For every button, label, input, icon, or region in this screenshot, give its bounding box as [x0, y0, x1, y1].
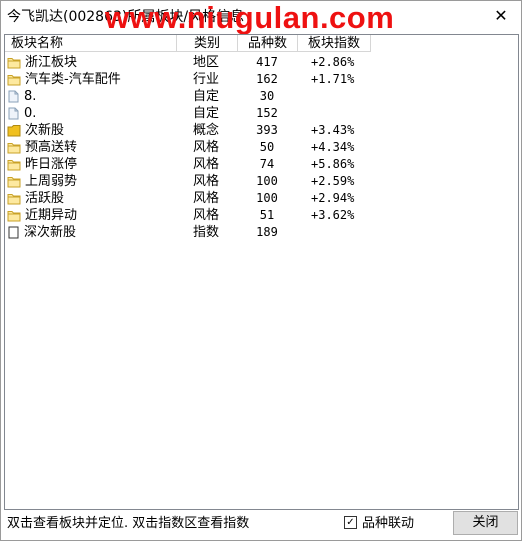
row-index[interactable]: +2.86%	[311, 54, 371, 71]
row-name: 0.	[7, 105, 177, 122]
row-index[interactable]: +3.62%	[311, 207, 371, 224]
sync-label: 品种联动	[362, 516, 415, 531]
row-index[interactable]	[311, 88, 371, 105]
row-type: 风格	[193, 191, 220, 206]
table-row[interactable]: 深次新股 指数 189	[5, 224, 518, 241]
list-header: 板块名称 类别 品种数 板块指数	[5, 35, 518, 53]
table-row[interactable]: 上周弱势 风格 100 +2.59%	[5, 173, 518, 190]
column-header-type[interactable]: 类别	[177, 35, 238, 52]
table-row[interactable]: 预高送转 风格 50 +4.34%	[5, 139, 518, 156]
row-index[interactable]	[311, 105, 371, 122]
row-name-text: 近期异动	[25, 208, 78, 223]
row-type: 指数	[193, 225, 220, 240]
row-name-text: 0.	[24, 106, 37, 121]
row-count: 162	[256, 72, 278, 86]
column-header-count[interactable]: 品种数	[238, 35, 298, 52]
row-type: 地区	[193, 55, 220, 70]
status-hint: 双击查看板块并定位. 双击指数区查看指数	[7, 516, 250, 531]
row-type: 概念	[193, 123, 220, 138]
sector-list[interactable]: 板块名称 类别 品种数 板块指数 浙江板块 地区 417 +2.86% 汽车类-汽车配件…	[4, 34, 519, 510]
checkbox-check-icon[interactable]: ✓	[344, 516, 357, 529]
row-type: 风格	[193, 157, 220, 172]
row-index[interactable]: +3.43%	[311, 122, 371, 139]
row-name: 近期异动	[7, 207, 177, 224]
row-count: 74	[259, 157, 275, 171]
row-count: 393	[256, 123, 278, 137]
row-index[interactable]: +2.94%	[311, 190, 371, 207]
row-count: 100	[256, 174, 278, 188]
row-name: 预高送转	[7, 139, 177, 156]
row-name: 8.	[7, 88, 177, 105]
row-index[interactable]: +4.34%	[311, 139, 371, 156]
close-button[interactable]: 关闭	[453, 511, 518, 535]
row-name-text: 活跃股	[25, 191, 65, 206]
row-type: 自定	[193, 106, 220, 121]
list-rows: 浙江板块 地区 417 +2.86% 汽车类-汽车配件 行业 162 +1.71% 8. 自定 30…	[5, 54, 518, 241]
table-row[interactable]: 8. 自定 30	[5, 88, 518, 105]
close-icon: ✕	[494, 6, 508, 25]
row-count: 152	[256, 106, 278, 120]
row-name: 活跃股	[7, 190, 177, 207]
sync-checkbox[interactable]: ✓ 品种联动	[344, 515, 414, 533]
row-name-text: 汽车类-汽车配件	[25, 72, 121, 87]
table-row[interactable]: 次新股 概念 393 +3.43%	[5, 122, 518, 139]
row-type: 风格	[193, 174, 220, 189]
row-name: 浙江板块	[7, 54, 177, 71]
row-name-text: 浙江板块	[25, 55, 78, 70]
row-name: 汽车类-汽车配件	[7, 71, 177, 88]
row-count: 50	[259, 140, 275, 154]
document-icon	[7, 226, 20, 244]
row-name-text: 深次新股	[24, 225, 77, 240]
row-count: 30	[259, 89, 275, 103]
table-row[interactable]: 汽车类-汽车配件 行业 162 +1.71%	[5, 71, 518, 88]
row-name: 上周弱势	[7, 173, 177, 190]
watermark-text: www.niugulan.com	[105, 0, 395, 35]
table-row[interactable]: 昨日涨停 风格 74 +5.86%	[5, 156, 518, 173]
row-type: 风格	[193, 208, 220, 223]
row-index[interactable]: +2.59%	[311, 173, 371, 190]
row-name-text: 次新股	[25, 123, 65, 138]
sector-info-window: 今飞凯达(002863)所属板块/风格信息 www.niugulan.com ✕…	[0, 0, 522, 541]
row-index[interactable]: +1.71%	[311, 71, 371, 88]
row-name-text: 8.	[24, 89, 37, 104]
row-name: 深次新股	[7, 224, 177, 241]
title-bar: 今飞凯达(002863)所属板块/风格信息 www.niugulan.com ✕	[1, 0, 521, 35]
row-count: 189	[256, 225, 278, 239]
table-row[interactable]: 浙江板块 地区 417 +2.86%	[5, 54, 518, 71]
column-header-name[interactable]: 板块名称	[5, 35, 177, 52]
row-type: 风格	[193, 140, 220, 155]
row-name-text: 昨日涨停	[25, 157, 78, 172]
table-row[interactable]: 0. 自定 152	[5, 105, 518, 122]
row-count: 417	[256, 55, 278, 69]
row-name: 次新股	[7, 122, 177, 139]
column-header-index[interactable]: 板块指数	[298, 35, 371, 52]
table-row[interactable]: 近期异动 风格 51 +3.62%	[5, 207, 518, 224]
row-type: 行业	[193, 72, 220, 87]
table-row[interactable]: 活跃股 风格 100 +2.94%	[5, 190, 518, 207]
row-count: 51	[259, 208, 275, 222]
row-index[interactable]	[311, 224, 371, 241]
row-type: 自定	[193, 89, 220, 104]
row-index[interactable]: +5.86%	[311, 156, 371, 173]
row-name-text: 预高送转	[25, 140, 78, 155]
row-count: 100	[256, 191, 278, 205]
window-close-button[interactable]: ✕	[489, 5, 513, 27]
row-name: 昨日涨停	[7, 156, 177, 173]
row-name-text: 上周弱势	[25, 174, 78, 189]
